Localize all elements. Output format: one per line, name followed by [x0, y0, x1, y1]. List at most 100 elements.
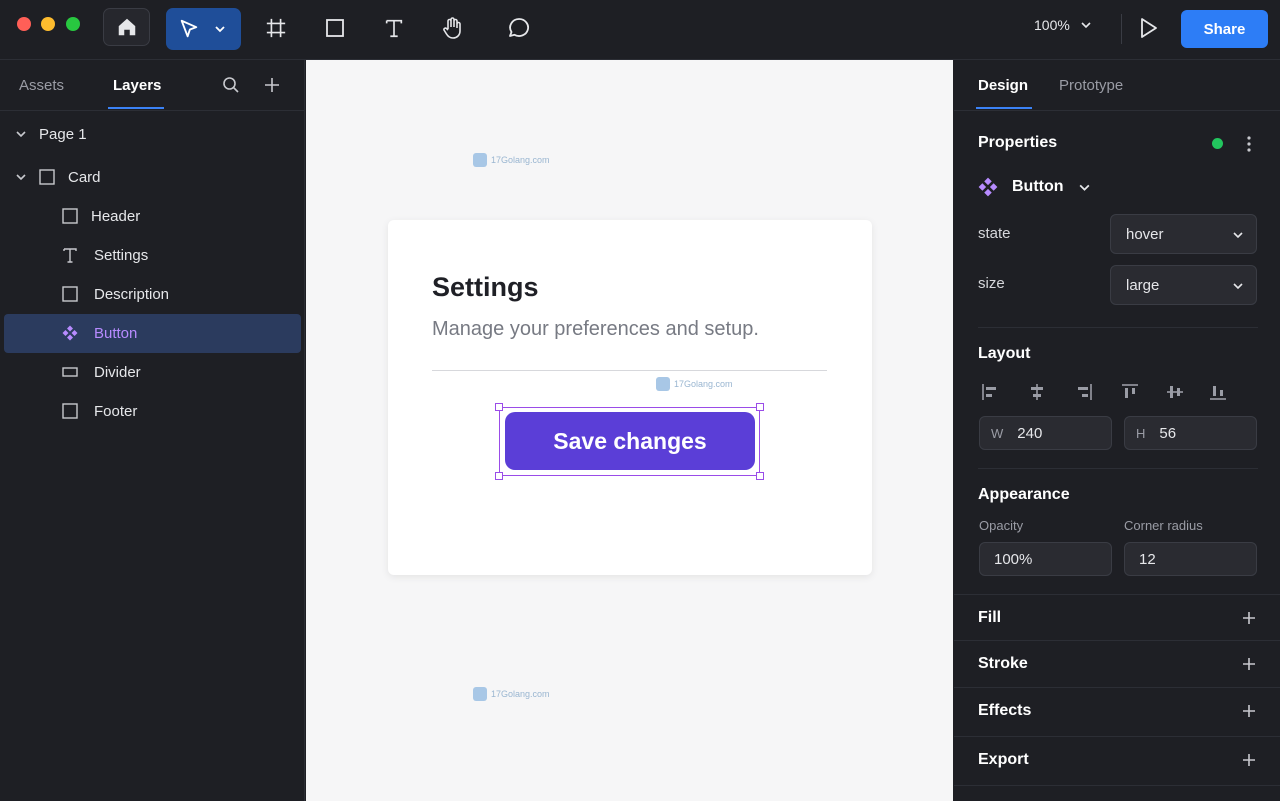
resize-handle[interactable] [756, 403, 764, 411]
add-fill-icon[interactable] [1242, 611, 1256, 625]
component-icon [978, 177, 998, 197]
layer-card[interactable]: Card [4, 158, 301, 197]
width-field[interactable]: W 240 [979, 416, 1112, 450]
tab-design[interactable]: Design [978, 77, 1028, 94]
fill-section[interactable]: Fill [954, 594, 1280, 640]
align-bottom-icon[interactable] [1208, 382, 1228, 402]
tab-assets[interactable]: Assets [19, 77, 64, 94]
export-section[interactable]: Export [954, 736, 1280, 786]
align-top-icon[interactable] [1120, 382, 1140, 402]
state-select[interactable]: hover [1110, 214, 1257, 254]
close-window-button[interactable] [17, 17, 31, 31]
move-tool-button[interactable] [166, 8, 241, 50]
hand-icon [443, 17, 461, 39]
watermark: 17Golang.com [656, 377, 733, 391]
search-icon[interactable] [222, 76, 240, 94]
export-title: Export [978, 751, 1029, 768]
card-frame[interactable]: Settings Manage your preferences and set… [388, 220, 872, 575]
text-tool-button[interactable] [380, 14, 408, 42]
maximize-window-button[interactable] [66, 17, 80, 31]
rectangle-icon [326, 19, 344, 37]
hand-tool-button[interactable] [438, 14, 466, 42]
layer-description[interactable]: Description [4, 275, 301, 314]
selection-outline [495, 403, 764, 480]
comment-tool-button[interactable] [505, 14, 533, 42]
watermark-logo-icon [656, 377, 670, 391]
frame-icon [62, 403, 78, 419]
layer-label: Description [94, 286, 170, 303]
frame-icon [266, 18, 286, 38]
layout-title: Layout [978, 345, 1031, 362]
layer-button[interactable]: Button [4, 314, 301, 353]
design-canvas[interactable]: 17Golang.com 17Golang.com Settings Manag… [306, 60, 953, 801]
chevron-down-icon[interactable] [214, 23, 226, 35]
inspector-panel: Design Prototype Properties Button state… [954, 60, 1280, 801]
state-label: state [978, 225, 1011, 242]
tab-layers[interactable]: Layers [113, 77, 161, 94]
toolbar-divider [1121, 14, 1122, 44]
top-toolbar: 100% Share [0, 0, 1280, 60]
chevron-down-icon [1081, 22, 1091, 29]
stroke-section[interactable]: Stroke [954, 640, 1280, 686]
add-icon[interactable] [263, 76, 281, 94]
status-indicator [1212, 138, 1223, 149]
layer-settings[interactable]: Settings [4, 236, 301, 275]
share-button[interactable]: Share [1181, 10, 1268, 48]
minimize-window-button[interactable] [41, 17, 55, 31]
frame-icon [62, 286, 78, 302]
frame-tool-button[interactable] [262, 14, 290, 42]
properties-title: Properties [978, 134, 1058, 151]
height-value: 56 [1159, 424, 1177, 442]
appearance-title: Appearance [978, 486, 1070, 503]
page-label: Page 1 [39, 126, 87, 143]
align-right-icon[interactable] [1074, 382, 1094, 402]
add-export-icon[interactable] [1242, 753, 1256, 767]
height-field[interactable]: H 56 [1124, 416, 1257, 450]
right-panel-tabs: Design Prototype [954, 60, 1280, 111]
home-button[interactable] [103, 8, 150, 46]
size-select[interactable]: large [1110, 265, 1257, 305]
add-stroke-icon[interactable] [1242, 657, 1256, 671]
card-title[interactable]: Settings [432, 272, 539, 303]
watermark-logo-icon [473, 687, 487, 701]
cursor-icon [180, 19, 198, 38]
watermark: 17Golang.com [473, 153, 550, 167]
zoom-dropdown[interactable]: 100% [1034, 17, 1092, 33]
present-button[interactable] [1136, 16, 1162, 42]
corner-radius-label: Corner radius [1124, 518, 1203, 533]
add-effect-icon[interactable] [1242, 704, 1256, 718]
layer-label: Card [68, 169, 101, 186]
size-label: size [978, 275, 1005, 292]
component-selector[interactable]: Button [978, 177, 1091, 197]
rectangle-tool-button[interactable] [321, 14, 349, 42]
play-icon [1141, 18, 1157, 38]
corner-radius-field[interactable]: 12 [1124, 542, 1257, 576]
opacity-field[interactable]: 100% [979, 542, 1112, 576]
effects-title: Effects [978, 702, 1032, 719]
layers-panel: Assets Layers Page 1 Card Header Setting… [0, 60, 305, 801]
effects-section[interactable]: Effects [954, 687, 1280, 736]
section-divider [978, 327, 1258, 328]
layer-divider[interactable]: Divider [4, 353, 301, 392]
layer-label: Button [94, 325, 138, 342]
page-row[interactable]: Page 1 [4, 115, 301, 154]
align-horizontal-center-icon[interactable] [1027, 382, 1047, 402]
resize-handle[interactable] [756, 472, 764, 480]
chevron-down-icon[interactable] [14, 127, 28, 141]
card-description[interactable]: Manage your preferences and setup. [432, 318, 759, 341]
align-left-icon[interactable] [980, 382, 1000, 402]
resize-handle[interactable] [495, 472, 503, 480]
layer-header[interactable]: Header [4, 197, 301, 236]
card-divider[interactable] [432, 370, 827, 371]
align-vertical-center-icon[interactable] [1165, 382, 1185, 402]
chevron-down-icon [1233, 283, 1243, 290]
layer-label: Header [91, 208, 141, 225]
text-icon [385, 19, 403, 38]
component-name: Button [1012, 178, 1064, 195]
layer-footer[interactable]: Footer [4, 392, 301, 431]
resize-handle[interactable] [495, 403, 503, 411]
component-icon [62, 325, 78, 341]
more-options-icon[interactable] [1244, 135, 1254, 153]
tab-prototype[interactable]: Prototype [1059, 77, 1123, 94]
chevron-down-icon[interactable] [14, 170, 28, 184]
